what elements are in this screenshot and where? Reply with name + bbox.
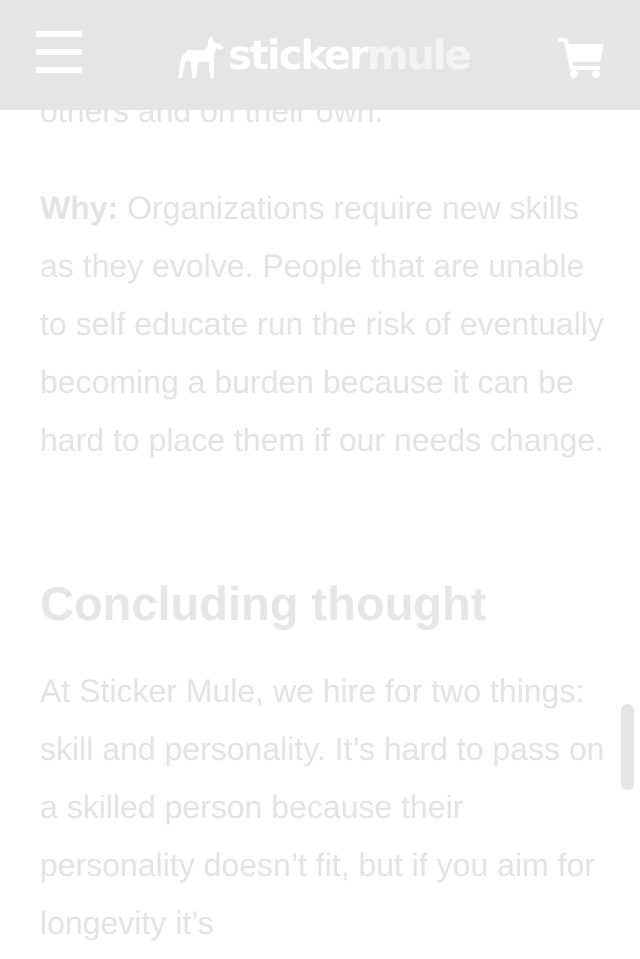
menu-bar-bottom <box>36 67 82 73</box>
scrollbar-thumb[interactable] <box>621 704 634 790</box>
menu-bar-middle <box>36 49 82 55</box>
logo-mule-text: mule <box>366 33 472 79</box>
logo-wordmark: stickermule <box>228 32 472 80</box>
top-navigation-bar: stickermule <box>0 0 640 110</box>
hamburger-menu-icon[interactable] <box>36 31 82 73</box>
sticker-mule-logo[interactable]: stickermule <box>178 28 472 80</box>
section-heading: Concluding thought <box>40 577 487 630</box>
conclusion-paragraph: At Sticker Mule, we hire for two things:… <box>40 673 605 941</box>
why-label: Why: <box>40 190 119 226</box>
mule-logo-icon <box>178 36 224 78</box>
shopping-cart-icon[interactable] <box>558 36 604 78</box>
menu-bar-top <box>36 31 82 37</box>
why-text: Organizations require new skills as they… <box>40 190 604 458</box>
logo-sticker-text: sticker <box>228 33 369 79</box>
why-paragraph: Why: Organizations require new skills as… <box>40 179 610 469</box>
